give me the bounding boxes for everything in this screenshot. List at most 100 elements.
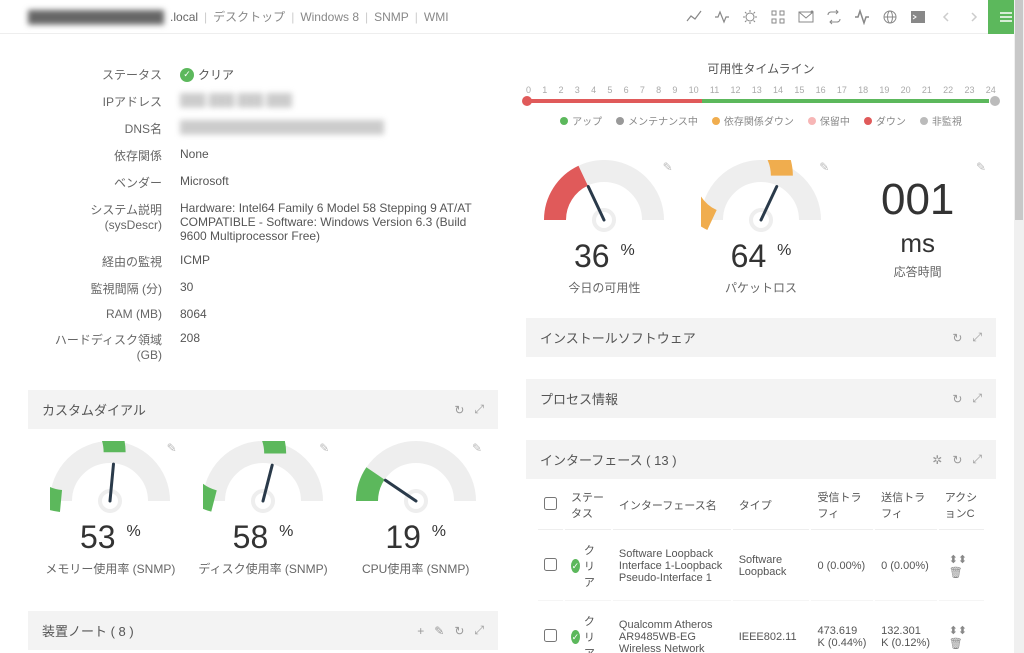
select-all-checkbox[interactable] [544, 497, 557, 510]
legend-item: 保留中 [808, 113, 850, 128]
expand-icon[interactable]: ⤢ [972, 452, 982, 467]
info-value: 208 [172, 327, 496, 366]
row-checkbox[interactable] [544, 558, 557, 571]
expand-icon[interactable]: ⤢ [972, 391, 982, 406]
config-icon[interactable] [764, 0, 792, 34]
status-ok-icon: ✓ [571, 559, 580, 573]
delete-icon[interactable]: 🗑 [949, 638, 963, 650]
edit-icon[interactable]: ✎ [167, 441, 177, 455]
info-value: ICMP [172, 249, 496, 274]
breadcrumb-seg[interactable]: SNMP [374, 10, 409, 24]
interface-panel: インターフェース ( 13 ) ✲ ↻ ⤢ ステータスインターフェース名タイプ受… [526, 440, 996, 653]
panel-title: インストールソフトウェア [540, 328, 942, 347]
legend-item: 依存関係ダウン [712, 113, 794, 128]
panel-title: プロセス情報 [540, 389, 942, 408]
activity-icon[interactable] [708, 0, 736, 34]
info-label: ハードディスク領域 (GB) [30, 327, 170, 366]
status-ok-icon: ✓ [180, 68, 194, 82]
refresh-icon[interactable]: ↻ [454, 403, 464, 417]
availability-timeline: 可用性タイムライン 012345678910111213141516171819… [526, 60, 996, 140]
info-value: Microsoft [172, 170, 496, 195]
loop-icon[interactable] [820, 0, 848, 34]
edit-icon[interactable]: ✎ [434, 624, 444, 638]
breadcrumb: ████████████████ .local | デスクトップ | Windo… [28, 8, 680, 25]
scrollbar-thumb[interactable] [1015, 0, 1023, 220]
info-value: None [172, 143, 496, 168]
refresh-icon[interactable]: ↻ [952, 453, 962, 467]
info-label: IPアドレス [30, 89, 170, 114]
info-label: ステータス [30, 62, 170, 87]
legend-item: 非監視 [920, 113, 962, 128]
edit-icon[interactable]: ✎ [819, 160, 829, 174]
expand-icon[interactable]: ⤢ [474, 623, 484, 638]
pulse-icon[interactable] [848, 0, 876, 34]
breadcrumb-seg[interactable]: デスクトップ [213, 8, 285, 25]
chart-icon[interactable] [680, 0, 708, 34]
mail-icon[interactable] [792, 0, 820, 34]
edit-icon[interactable]: ✎ [319, 441, 329, 455]
iface-name: Qualcomm Atheros AR9485WB-EG Wireless Ne… [613, 603, 731, 653]
info-value: ████████████████████████ [172, 116, 496, 141]
edit-icon[interactable]: ✎ [976, 160, 986, 174]
chart-icon[interactable]: ⬍⬍ [949, 625, 967, 637]
device-info-table: ステータス✓クリアIPアドレス███.███.███.███DNS名██████… [28, 60, 498, 368]
top-gauges: ✎ 36 %今日の可用性✎ 64 %パケットロス✎001ms応答時間 [526, 160, 996, 296]
info-label: DNS名 [30, 116, 170, 141]
expand-icon[interactable]: ⤢ [972, 330, 982, 345]
chart-icon[interactable]: ⬍⬍ [949, 554, 967, 566]
legend-item: アップ [560, 113, 602, 128]
row-checkbox[interactable] [544, 629, 557, 642]
timeline-start-dot [522, 96, 532, 106]
iface-type: Software Loopback [733, 532, 810, 601]
globe-icon[interactable] [876, 0, 904, 34]
alert-icon[interactable] [736, 0, 764, 34]
add-icon[interactable]: + [417, 624, 424, 638]
interface-table: ステータスインターフェース名タイプ受信トラフィ送信トラフィアクションC ✓クリア… [536, 479, 986, 653]
interface-row: ✓クリアQualcomm Atheros AR9485WB-EG Wireles… [538, 603, 984, 653]
status-ok-icon: ✓ [571, 630, 580, 644]
legend-item: ダウン [864, 113, 906, 128]
iface-col[interactable]: ステータス [565, 481, 611, 530]
iface-type: IEEE802.11 [733, 603, 810, 653]
refresh-icon[interactable]: ↻ [454, 624, 464, 638]
expand-icon[interactable]: ⤢ [474, 402, 484, 417]
gauge-card: ✎ 36 %今日の可用性 [526, 160, 683, 296]
chevron-left-icon[interactable] [932, 0, 960, 34]
refresh-icon[interactable]: ↻ [952, 331, 962, 345]
iface-col[interactable] [538, 481, 563, 530]
info-value: ✓クリア [172, 62, 496, 87]
rescan-icon[interactable]: ✲ [932, 453, 942, 467]
info-label: 経由の監視 [30, 249, 170, 274]
top-icons [680, 0, 1024, 34]
iface-col[interactable]: アクションC [939, 481, 984, 530]
interface-row: ✓クリアSoftware Loopback Interface 1-Loopba… [538, 532, 984, 601]
edit-icon[interactable]: ✎ [472, 441, 482, 455]
gauge-card: ✎ 64 %パケットロス [683, 160, 840, 296]
panel-title: カスタムダイアル [42, 400, 444, 419]
refresh-icon[interactable]: ↻ [952, 392, 962, 406]
vertical-scrollbar[interactable] [1014, 0, 1024, 653]
timeline-bar [526, 99, 996, 103]
installed-software-panel: インストールソフトウェア ↻ ⤢ [526, 318, 996, 357]
chevron-right-icon[interactable] [960, 0, 988, 34]
breadcrumb-seg[interactable]: Windows 8 [300, 10, 359, 24]
iface-col[interactable]: 送信トラフィ [875, 481, 937, 530]
device-notes-panel: 装置ノート ( 8 ) + ✎ ↻ ⤢ フィールド名 値 シリアル番号 [28, 611, 498, 653]
delete-icon[interactable]: 🗑 [949, 567, 963, 579]
iface-col[interactable]: 受信トラフィ [811, 481, 873, 530]
iface-col[interactable]: インターフェース名 [613, 481, 731, 530]
iface-tx: 132.301 K (0.12%) [875, 603, 937, 653]
breadcrumb-host: .local [170, 10, 198, 24]
process-info-panel: プロセス情報 ↻ ⤢ [526, 379, 996, 418]
iface-tx: 0 (0.00%) [875, 532, 937, 601]
response-time-card: ✎001ms応答時間 [839, 160, 996, 296]
info-value: 30 [172, 276, 496, 301]
breadcrumb-host-blur: ████████████████ [28, 10, 164, 24]
timeline-title: 可用性タイムライン [526, 60, 996, 77]
iface-col[interactable]: タイプ [733, 481, 810, 530]
edit-icon[interactable]: ✎ [663, 160, 673, 174]
breadcrumb-seg[interactable]: WMI [424, 10, 449, 24]
iface-name: Software Loopback Interface 1-Loopback P… [613, 532, 731, 601]
terminal-icon[interactable] [904, 0, 932, 34]
custom-dial-panel: カスタムダイアル ↻ ⤢ ✎ 53 %メモリー使用率 (SNMP)✎ 58 %デ… [28, 390, 498, 589]
